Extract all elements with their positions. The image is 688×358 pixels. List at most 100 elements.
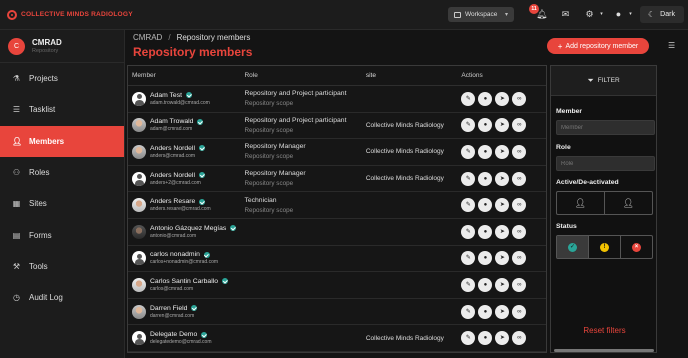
table-row[interactable]: Delegate Demo delegatedemo@cmrad.com Col… xyxy=(128,325,546,352)
user-icon[interactable]: ● xyxy=(478,331,493,346)
sidebar-item-tasklist[interactable]: ☰ Tasklist xyxy=(0,94,124,125)
user-icon[interactable]: ● xyxy=(478,277,493,292)
user-icon[interactable]: ● xyxy=(478,91,493,106)
active-user-icon[interactable]: 👤︎ xyxy=(557,192,604,214)
site-cell: Collective Minds Radiology xyxy=(365,334,444,342)
filter-scrollbar[interactable] xyxy=(554,349,654,352)
link-icon[interactable]: ∞ xyxy=(512,171,527,186)
edit-icon[interactable]: ✎ xyxy=(461,118,476,133)
link-icon[interactable]: ∞ xyxy=(512,277,527,292)
send-icon[interactable]: ➤ xyxy=(495,331,510,346)
sidebar-item-forms[interactable]: ▤ Forms xyxy=(0,219,124,250)
user-icon[interactable]: ● xyxy=(478,224,493,239)
role-filter-input[interactable] xyxy=(556,156,655,171)
sidebar-item-members[interactable]: 👤︎ Members xyxy=(0,125,124,157)
send-icon[interactable]: ➤ xyxy=(495,91,510,106)
user-icon[interactable]: ● xyxy=(478,198,493,213)
org-avatar: C xyxy=(8,37,25,55)
status-toggle-group: ✓ ! × xyxy=(556,235,653,259)
role-name: Repository Manager xyxy=(244,170,306,178)
column-menu-icon[interactable]: ☰ xyxy=(668,41,675,50)
edit-icon[interactable]: ✎ xyxy=(461,144,476,159)
link-icon[interactable]: ∞ xyxy=(512,118,527,133)
add-repository-member-button[interactable]: + Add repository member xyxy=(547,38,649,54)
table-row[interactable]: Adam Test adam.trowald@cmrad.com Reposit… xyxy=(128,86,546,113)
filter-member-label: Member xyxy=(556,108,583,115)
filter-role-label: Role xyxy=(556,144,571,151)
breadcrumb-root[interactable]: CMRAD xyxy=(133,33,162,42)
filter-toggle[interactable]: ⏷ FILTER xyxy=(551,66,656,96)
table-row[interactable]: Adam Trowald adam@cmrad.com Repository a… xyxy=(128,113,546,140)
link-icon[interactable]: ∞ xyxy=(512,251,527,266)
link-icon[interactable]: ∞ xyxy=(512,331,527,346)
edit-icon[interactable]: ✎ xyxy=(461,224,476,239)
table-row[interactable]: Anders Resare anders.resare@cmrad.com Te… xyxy=(128,192,546,219)
table-row[interactable]: Anders Nordell anders@cmrad.com Reposito… xyxy=(128,139,546,166)
role-cell: Repository and Project participant Repos… xyxy=(244,90,365,107)
link-icon[interactable]: ∞ xyxy=(512,224,527,239)
edit-icon[interactable]: ✎ xyxy=(461,171,476,186)
table-row[interactable]: Anders Nordell anders+2@cmrad.com Reposi… xyxy=(128,166,546,193)
status-error-option[interactable]: × xyxy=(620,236,652,258)
table-row[interactable]: Carlos Santin Carballo carlos@cmrad.com … xyxy=(128,272,546,299)
send-icon[interactable]: ➤ xyxy=(495,251,510,266)
chat-icon[interactable]: ✉ xyxy=(560,9,571,20)
send-icon[interactable]: ➤ xyxy=(495,144,510,159)
link-icon[interactable]: ∞ xyxy=(512,304,527,319)
workspace-dropdown[interactable]: Workspace ▾ xyxy=(448,7,514,22)
member-name-wrap: Adam Test xyxy=(150,92,210,99)
sidebar-item-label: Tasklist xyxy=(29,105,56,115)
user-icon[interactable]: ● xyxy=(478,144,493,159)
reset-filters-button[interactable]: Reset filters xyxy=(551,326,658,335)
table-row[interactable]: carlos nonadmin carlos+nonadmin@cmrad.co… xyxy=(128,246,546,273)
send-icon[interactable]: ➤ xyxy=(495,224,510,239)
sidebar-item-audit-log[interactable]: ◷ Audit Log xyxy=(0,282,124,313)
theme-toggle[interactable]: ☾ Dark xyxy=(640,6,684,23)
user-icon[interactable]: ● xyxy=(478,251,493,266)
edit-icon[interactable]: ✎ xyxy=(461,304,476,319)
send-icon[interactable]: ➤ xyxy=(495,118,510,133)
send-icon[interactable]: ➤ xyxy=(495,304,510,319)
avatar xyxy=(132,91,146,106)
column-header-actions: Actions xyxy=(461,72,483,79)
status-pending-option[interactable]: ! xyxy=(588,236,620,258)
member-filter-input[interactable] xyxy=(556,120,655,135)
send-icon[interactable]: ➤ xyxy=(495,198,510,213)
sidebar-item-sites[interactable]: ▦ Sites xyxy=(0,188,124,219)
account-icon[interactable]: ● xyxy=(613,9,624,20)
org-switcher[interactable]: C CMRAD Repository xyxy=(0,30,124,63)
column-header-member[interactable]: Member xyxy=(128,72,244,79)
table-row[interactable]: Darren Field darren@cmrad.com ✎ ● ➤ ∞ xyxy=(128,299,546,326)
deactivated-user-icon[interactable]: 👤︎ xyxy=(604,192,652,214)
actions-cell: ✎ ● ➤ ∞ xyxy=(461,251,546,266)
gear-icon[interactable]: ⚙ xyxy=(584,9,595,20)
user-icon[interactable]: ● xyxy=(478,118,493,133)
member-name-wrap: Carlos Santin Carballo xyxy=(150,278,229,285)
user-icon[interactable]: ● xyxy=(478,304,493,319)
verified-icon xyxy=(230,225,237,232)
edit-icon[interactable]: ✎ xyxy=(461,198,476,213)
edit-icon[interactable]: ✎ xyxy=(461,331,476,346)
send-icon[interactable]: ➤ xyxy=(495,277,510,292)
link-icon[interactable]: ∞ xyxy=(512,144,527,159)
edit-icon[interactable]: ✎ xyxy=(461,277,476,292)
status-verified-option[interactable]: ✓ xyxy=(557,236,588,258)
column-header-site[interactable]: site xyxy=(366,72,462,79)
sidebar-item-roles[interactable]: ⚇ Roles xyxy=(0,157,124,188)
link-icon[interactable]: ∞ xyxy=(512,198,527,213)
sidebar-item-projects[interactable]: ⚗ Projects xyxy=(0,63,124,94)
member-name: Adam Test xyxy=(150,91,182,99)
edit-icon[interactable]: ✎ xyxy=(461,91,476,106)
workspace-icon xyxy=(454,11,461,18)
brand[interactable]: COLLECTIVE MINDS RADIOLOGY xyxy=(7,9,133,20)
role-scope: Repository scope xyxy=(244,206,294,214)
edit-icon[interactable]: ✎ xyxy=(461,251,476,266)
column-header-role[interactable]: Role xyxy=(244,72,365,79)
table-row[interactable]: Antonio Gázquez Megías antonio@cmrad.com… xyxy=(128,219,546,246)
sidebar-item-tools[interactable]: ⚒ Tools xyxy=(0,251,124,282)
send-icon[interactable]: ➤ xyxy=(495,171,510,186)
link-icon[interactable]: ∞ xyxy=(512,91,527,106)
user-icon[interactable]: ● xyxy=(478,171,493,186)
role-cell: Technician Repository scope xyxy=(244,197,365,214)
member-cell: Anders Nordell anders@cmrad.com xyxy=(128,144,244,159)
